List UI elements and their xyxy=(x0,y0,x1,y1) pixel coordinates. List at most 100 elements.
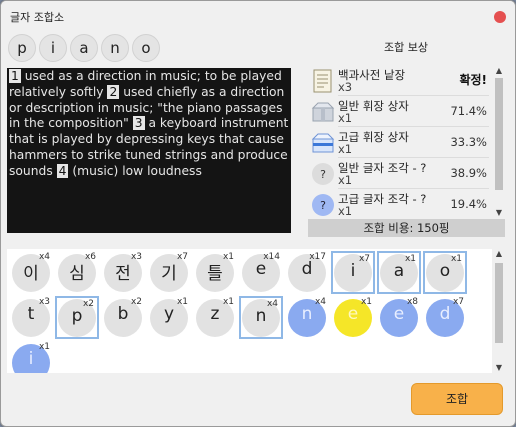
close-icon[interactable] xyxy=(494,11,506,23)
tile-letter: b xyxy=(117,304,129,324)
reward-row: 일반 휘장 상자 x1 71.4% xyxy=(308,97,491,127)
row-divider xyxy=(338,95,489,96)
tile-letter: d xyxy=(439,304,451,324)
letter-tile[interactable]: o x1 xyxy=(423,251,467,294)
letter-tile[interactable]: 심 x6 xyxy=(55,251,99,294)
letter-tile[interactable]: a x1 xyxy=(377,251,421,294)
tile-letter: d xyxy=(301,259,313,279)
reward-row: ? 일반 글자 조각 - ? x1 38.9% xyxy=(308,159,491,189)
tile-letter: 이 xyxy=(23,264,39,284)
letter-tile[interactable]: 틀 x1 xyxy=(193,251,237,294)
letter-tile[interactable]: i x7 xyxy=(331,251,375,294)
tile-count: x7 xyxy=(358,254,370,264)
letter-tile[interactable]: i x1 xyxy=(9,341,53,373)
letter-combiner-window: 글자 조합소 p i a n o 조합 보상 1 used as a direc… xyxy=(0,0,516,427)
word-letter: a xyxy=(70,34,98,62)
reward-chance: 33.3% xyxy=(450,135,487,149)
reward-chance: 38.9% xyxy=(450,166,487,180)
window-title: 글자 조합소 xyxy=(10,11,65,24)
letter-tile[interactable]: d x17 xyxy=(285,251,329,294)
reward-status: 확정! xyxy=(459,73,487,87)
letter-tile[interactable]: p x2 xyxy=(55,296,99,339)
tile-count: x1 xyxy=(360,297,372,307)
letter-tile[interactable]: b x2 xyxy=(101,296,145,339)
word-letter: i xyxy=(39,34,67,62)
tile-count: x1 xyxy=(450,254,462,264)
tile-letter: 틀 xyxy=(207,264,223,284)
letter-tile[interactable]: z x1 xyxy=(193,296,237,339)
premium-letter-piece-icon: ? xyxy=(312,194,334,216)
reward-count: x3 xyxy=(338,80,353,94)
scroll-thumb[interactable] xyxy=(495,78,503,190)
tile-count: x2 xyxy=(130,297,142,307)
reward-row: ? 고급 글자 조각 - ? x1 19.4% xyxy=(308,190,491,218)
letter-tile[interactable]: 기 x7 xyxy=(147,251,191,294)
tile-count: x1 xyxy=(222,252,234,262)
tile-count: x1 xyxy=(38,342,50,352)
tile-letter: 기 xyxy=(161,264,177,284)
letter-tile[interactable]: n x4 xyxy=(285,296,329,339)
definition-panel: 1 used as a direction in music; to be pl… xyxy=(7,68,291,233)
reward-count: x1 xyxy=(338,111,353,125)
tile-letter: p xyxy=(71,306,83,326)
definition-number: 4 xyxy=(56,163,69,178)
reward-chance: 19.4% xyxy=(450,197,487,211)
definition-number: 1 xyxy=(9,69,21,83)
combine-button[interactable]: 조합 xyxy=(411,383,503,415)
word-letter: o xyxy=(132,34,160,62)
tile-letter: i xyxy=(350,261,356,281)
letter-tile[interactable]: d x7 xyxy=(423,296,467,339)
svg-text:?: ? xyxy=(320,199,326,212)
tile-count: x7 xyxy=(452,297,464,307)
common-letter-piece-icon: ? xyxy=(312,163,334,185)
tile-count: x4 xyxy=(314,297,326,307)
letter-tile[interactable]: n x4 xyxy=(239,296,283,339)
tiles-scrollbar[interactable]: ▲ ▼ xyxy=(493,249,505,373)
letter-tile[interactable]: e x14 xyxy=(239,251,283,294)
row-divider xyxy=(338,188,489,189)
reward-count: x1 xyxy=(338,142,353,156)
reward-row: 백과사전 낱장 x3 확정! xyxy=(308,66,491,96)
tile-letter: n xyxy=(301,304,313,324)
tile-letter: z xyxy=(210,304,220,324)
rewards-scrollbar[interactable]: ▲ ▼ xyxy=(493,66,505,218)
combine-cost: 조합 비용: 150핑 xyxy=(308,219,505,237)
letter-tile[interactable]: t x3 xyxy=(9,296,53,339)
reward-count: x1 xyxy=(338,204,353,218)
scroll-up-icon[interactable]: ▲ xyxy=(493,249,505,259)
tile-count: x1 xyxy=(176,297,188,307)
letter-tiles-grid: 이 x4 심 x6 전 x3 기 x7 틀 x1 e x14 d x17 i x7 a x1 o x1 t x3 p x2 b x… xyxy=(7,249,492,373)
scroll-up-icon[interactable]: ▲ xyxy=(493,66,505,76)
tile-count: x17 xyxy=(309,252,326,262)
reward-row: 고급 휘장 상자 x1 33.3% xyxy=(308,128,491,158)
tile-count: x4 xyxy=(266,299,278,309)
letter-tile[interactable]: 이 x4 xyxy=(9,251,53,294)
scroll-down-icon[interactable]: ▼ xyxy=(493,208,505,218)
letter-tile[interactable]: e x8 xyxy=(377,296,421,339)
rewards-list: 백과사전 낱장 x3 확정! 일반 휘장 상자 x1 71.4% 고급 휘장 상… xyxy=(308,66,491,218)
scroll-down-icon[interactable]: ▼ xyxy=(493,363,505,373)
tile-letter: e xyxy=(255,259,267,279)
tile-letter: a xyxy=(393,261,405,281)
letter-tile[interactable]: 전 x3 xyxy=(101,251,145,294)
scroll-thumb[interactable] xyxy=(495,263,503,343)
title-bar: 글자 조합소 xyxy=(1,1,515,31)
common-emblem-box-icon xyxy=(311,102,335,122)
tile-letter: e xyxy=(393,304,405,324)
tile-letter: i xyxy=(28,349,34,369)
letter-tile[interactable]: y x1 xyxy=(147,296,191,339)
premium-emblem-box-icon xyxy=(311,133,335,153)
tile-count: x4 xyxy=(38,252,50,262)
tile-count: x6 xyxy=(84,252,96,262)
tile-letter: 전 xyxy=(115,264,131,284)
letter-tile[interactable]: e x1 xyxy=(331,296,375,339)
tile-count: x3 xyxy=(38,297,50,307)
tile-count: x7 xyxy=(176,252,188,262)
tile-letter: o xyxy=(439,261,451,281)
definition-number: 3 xyxy=(132,116,145,131)
row-divider xyxy=(338,126,489,127)
tile-count: x14 xyxy=(263,252,280,262)
definition-text: (music) low loudness xyxy=(68,163,202,178)
definition-number: 2 xyxy=(107,84,120,99)
tile-count: x8 xyxy=(406,297,418,307)
